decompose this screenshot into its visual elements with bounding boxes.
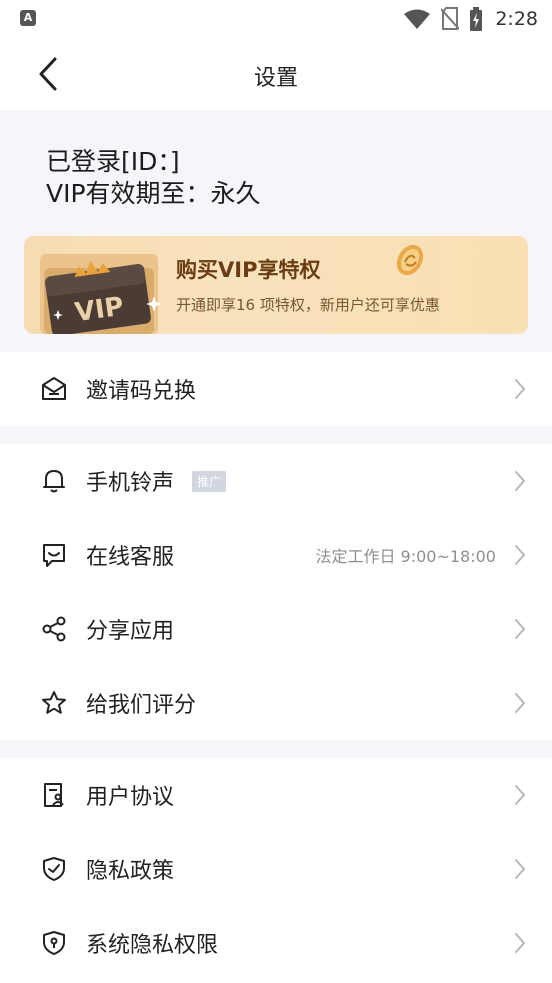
online-support-row[interactable]: 在线客服 法定工作日 9:00~18:00 bbox=[0, 518, 552, 592]
no-sim-icon bbox=[441, 7, 460, 30]
settings-group-invite: 邀请码兑换 bbox=[0, 352, 552, 426]
settings-group-legal: 用户协议 隐私政策 系统隐私权限 bbox=[0, 758, 552, 983]
shield-check-icon bbox=[40, 855, 68, 883]
share-app-row[interactable]: 分享应用 bbox=[0, 592, 552, 666]
user-agreement-label: 用户协议 bbox=[86, 785, 175, 810]
ringtone-row[interactable]: 手机铃声 推广 bbox=[0, 444, 552, 518]
clock: 2:28 bbox=[495, 8, 538, 30]
privacy-policy-row[interactable]: 隐私政策 bbox=[0, 832, 552, 906]
app-notification-icon: A bbox=[20, 10, 36, 26]
battery-charging-icon bbox=[470, 7, 483, 31]
chevron-right-icon bbox=[510, 615, 530, 643]
page-title: 设置 bbox=[253, 66, 298, 91]
chevron-right-icon bbox=[510, 467, 530, 495]
promo-badge: 推广 bbox=[192, 470, 227, 492]
top-navigation-bar: 设置 bbox=[0, 38, 552, 110]
share-icon bbox=[40, 615, 68, 643]
bell-icon bbox=[40, 467, 68, 495]
chevron-right-icon bbox=[510, 855, 530, 883]
coin-icon bbox=[396, 244, 424, 276]
chevron-right-icon bbox=[510, 781, 530, 809]
vip-purchase-banner[interactable]: VIP 购买VIP享特权 开通即享16 项特权，新用户还可享优惠 bbox=[24, 236, 528, 334]
chevron-right-icon bbox=[510, 689, 530, 717]
user-agreement-row[interactable]: 用户协议 bbox=[0, 758, 552, 832]
star-icon bbox=[40, 689, 68, 717]
chevron-right-icon bbox=[510, 541, 530, 569]
wifi-icon bbox=[404, 9, 431, 29]
status-icons: 2:28 bbox=[403, 6, 538, 32]
support-hours-text: 法定工作日 9:00~18:00 bbox=[315, 547, 496, 566]
chevron-right-icon bbox=[510, 375, 530, 403]
system-privacy-permissions-row[interactable]: 系统隐私权限 bbox=[0, 906, 552, 980]
privacy-policy-label: 隐私政策 bbox=[86, 859, 175, 884]
vip-expiry-text: VIP有效期至：永久 bbox=[46, 179, 261, 208]
login-status-text: 已登录[ID：] bbox=[46, 147, 180, 176]
chat-icon bbox=[40, 541, 68, 569]
share-app-label: 分享应用 bbox=[86, 619, 175, 644]
chevron-right-icon bbox=[510, 929, 530, 957]
system-privacy-permissions-label: 系统隐私权限 bbox=[86, 933, 219, 958]
shield-lock-icon bbox=[40, 929, 68, 957]
invite-code-label: 邀请码兑换 bbox=[86, 379, 197, 404]
status-bar: A 2:28 bbox=[0, 0, 552, 38]
vip-banner-title: 购买VIP享特权 bbox=[176, 258, 321, 282]
document-user-icon bbox=[40, 781, 68, 809]
invite-code-row[interactable]: 邀请码兑换 bbox=[0, 352, 552, 426]
ringtone-label: 手机铃声 bbox=[86, 471, 175, 496]
rate-us-label: 给我们评分 bbox=[86, 693, 197, 718]
online-support-label: 在线客服 bbox=[86, 545, 175, 570]
settings-group-main: 手机铃声 推广 在线客服 法定工作日 9:00~18:00 分享应用 给我们评分 bbox=[0, 444, 552, 740]
vip-card-icon: VIP bbox=[40, 254, 162, 334]
account-panel: 已登录[ID：] VIP有效期至：永久 VIP 购买VIP享特权 开通即享16 … bbox=[0, 110, 552, 352]
mail-open-icon bbox=[40, 375, 68, 403]
vip-banner-subtitle: 开通即享16 项特权，新用户还可享优惠 bbox=[176, 296, 440, 314]
rate-us-row[interactable]: 给我们评分 bbox=[0, 666, 552, 740]
